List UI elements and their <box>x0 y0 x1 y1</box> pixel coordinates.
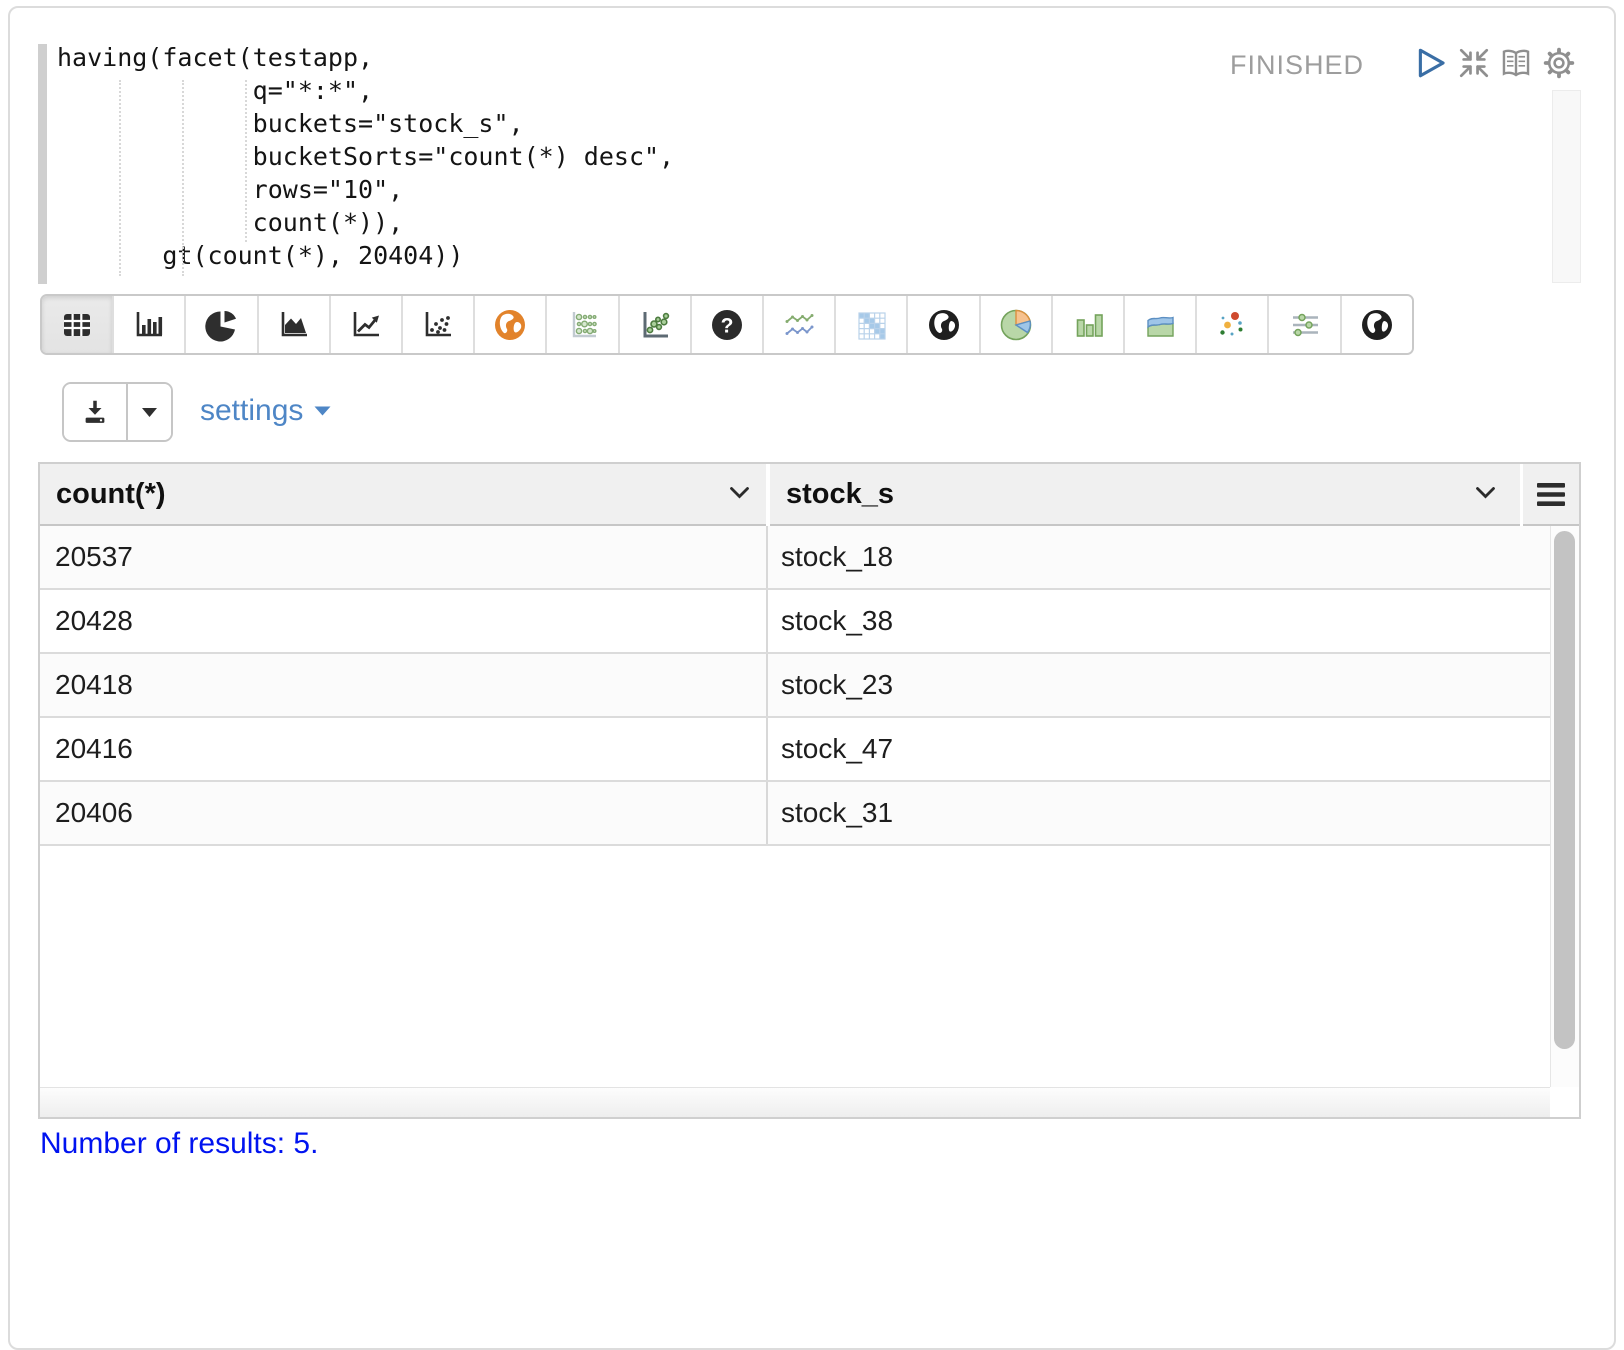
table-row: 20428stock_38 <box>40 590 1550 654</box>
show-editor-button[interactable] <box>1499 46 1533 80</box>
table-body: 20537stock_1820428stock_3820418stock_232… <box>40 526 1579 1087</box>
table-row: 20406stock_31 <box>40 782 1550 846</box>
viz-tab-globe-2[interactable] <box>1340 296 1412 353</box>
table-body-rows: 20537stock_1820428stock_3820418stock_232… <box>40 526 1579 846</box>
viz-tab-spark-lines[interactable] <box>762 296 834 353</box>
heatmap-icon <box>854 308 888 342</box>
indent-guide <box>119 80 121 276</box>
download-options-button[interactable] <box>126 384 171 440</box>
code-editor-content[interactable]: having(facet(testapp, q="*:*", buckets="… <box>57 41 674 272</box>
help-icon: ? <box>710 308 744 342</box>
viz-tab-scatter-chart[interactable] <box>401 296 473 353</box>
run-button[interactable] <box>1414 46 1448 80</box>
table-horizontal-scroll-track[interactable] <box>40 1087 1550 1117</box>
paragraph-settings-button[interactable] <box>1542 46 1576 80</box>
pie-chart-icon <box>205 308 239 342</box>
viz-tab-globe[interactable] <box>906 296 978 353</box>
column-menu-button[interactable] <box>729 486 750 503</box>
cell-count: 20537 <box>40 526 768 588</box>
table-header-row: count(*) stock_s <box>40 464 1579 526</box>
cell-count: 20418 <box>40 654 768 716</box>
paragraph-status: FINISHED <box>1230 50 1364 81</box>
pie-chart-colored-icon <box>999 308 1033 342</box>
cell-count: 20428 <box>40 590 768 652</box>
cell-stock: stock_18 <box>768 526 1550 588</box>
table-icon <box>60 308 94 342</box>
cell-stock: stock_38 <box>768 590 1550 652</box>
editor-gutter <box>38 44 47 284</box>
bar-chart-green-icon <box>1071 308 1105 342</box>
caret-down-icon <box>314 406 331 416</box>
viz-tab-map[interactable] <box>473 296 545 353</box>
viz-tab-bubble-chart[interactable] <box>618 296 690 353</box>
shrink-paragraph-icon <box>1457 46 1491 80</box>
cell-count: 20416 <box>40 718 768 780</box>
column-header-stock[interactable]: stock_s <box>770 464 1520 526</box>
viz-tab-pie-chart[interactable] <box>184 296 256 353</box>
viz-tab-scatter-colored[interactable] <box>1195 296 1267 353</box>
cell-stock: stock_31 <box>768 782 1550 844</box>
grid-menu-button[interactable] <box>1523 464 1579 526</box>
bar-chart-icon <box>132 308 166 342</box>
table-scrollbar-track[interactable] <box>1550 526 1579 1087</box>
column-header-label: count(*) <box>56 478 166 511</box>
caret-down-icon <box>141 407 158 418</box>
column-menu-button[interactable] <box>1475 486 1496 503</box>
table-row: 20416stock_47 <box>40 718 1550 782</box>
column-header-label: stock_s <box>786 478 894 511</box>
result-count-note: Number of results: 5. <box>40 1127 318 1161</box>
cell-count: 20406 <box>40 782 768 844</box>
hamburger-menu-icon <box>1537 483 1565 506</box>
run-icon <box>1414 46 1448 80</box>
scatter-chart-icon <box>421 308 455 342</box>
indent-guide <box>245 80 247 242</box>
column-header-count[interactable]: count(*) <box>40 464 766 526</box>
editor-scrollbar-track[interactable] <box>1552 90 1581 283</box>
chevron-down-icon <box>1475 486 1496 500</box>
cell-stock: stock_23 <box>768 654 1550 716</box>
shrink-paragraph-button[interactable] <box>1457 46 1491 80</box>
globe-dark-icon <box>927 308 961 342</box>
viz-tab-pie-colored[interactable] <box>979 296 1051 353</box>
table-scrollbar-thumb[interactable] <box>1554 531 1575 1049</box>
viz-tab-range-sliders[interactable] <box>1267 296 1339 353</box>
viz-tab-help[interactable]: ? <box>690 296 762 353</box>
viz-tab-bar-green[interactable] <box>1051 296 1123 353</box>
line-chart-icon <box>349 308 383 342</box>
viz-tab-table[interactable] <box>42 296 112 353</box>
viz-tab-bar-chart[interactable] <box>112 296 184 353</box>
spark-lines-icon <box>782 308 816 342</box>
viz-tab-stacked-area[interactable] <box>1123 296 1195 353</box>
viz-tab-bubble-grid[interactable] <box>545 296 617 353</box>
stacked-area-chart-icon <box>1143 308 1177 342</box>
settings-link[interactable]: settings <box>200 393 331 429</box>
map-globe-orange-icon <box>493 308 527 342</box>
chevron-down-icon <box>729 486 750 500</box>
globe-dark-icon <box>1360 308 1394 342</box>
viz-tab-area-chart[interactable] <box>257 296 329 353</box>
table-row: 20418stock_23 <box>40 654 1550 718</box>
visualization-toolbar: ? <box>40 294 1414 355</box>
viz-tab-heatmap[interactable] <box>834 296 906 353</box>
table-row: 20537stock_18 <box>40 526 1550 590</box>
paragraph-settings-gear-icon <box>1542 46 1576 80</box>
download-icon <box>80 397 110 427</box>
bubble-grid-icon <box>566 308 600 342</box>
show-editor-book-icon <box>1499 46 1533 80</box>
download-button[interactable] <box>64 384 126 440</box>
cell-stock: stock_47 <box>768 718 1550 780</box>
settings-label: settings <box>200 394 303 428</box>
result-table: count(*) stock_s 20537stock_1820428stock… <box>38 462 1581 1119</box>
bubble-chart-icon <box>638 308 672 342</box>
svg-text:?: ? <box>721 314 734 337</box>
area-chart-icon <box>277 308 311 342</box>
range-sliders-icon <box>1288 308 1322 342</box>
indent-guide <box>182 80 184 276</box>
scatter-colored-icon <box>1215 308 1249 342</box>
download-split-button <box>62 382 173 442</box>
viz-tab-line-chart[interactable] <box>329 296 401 353</box>
